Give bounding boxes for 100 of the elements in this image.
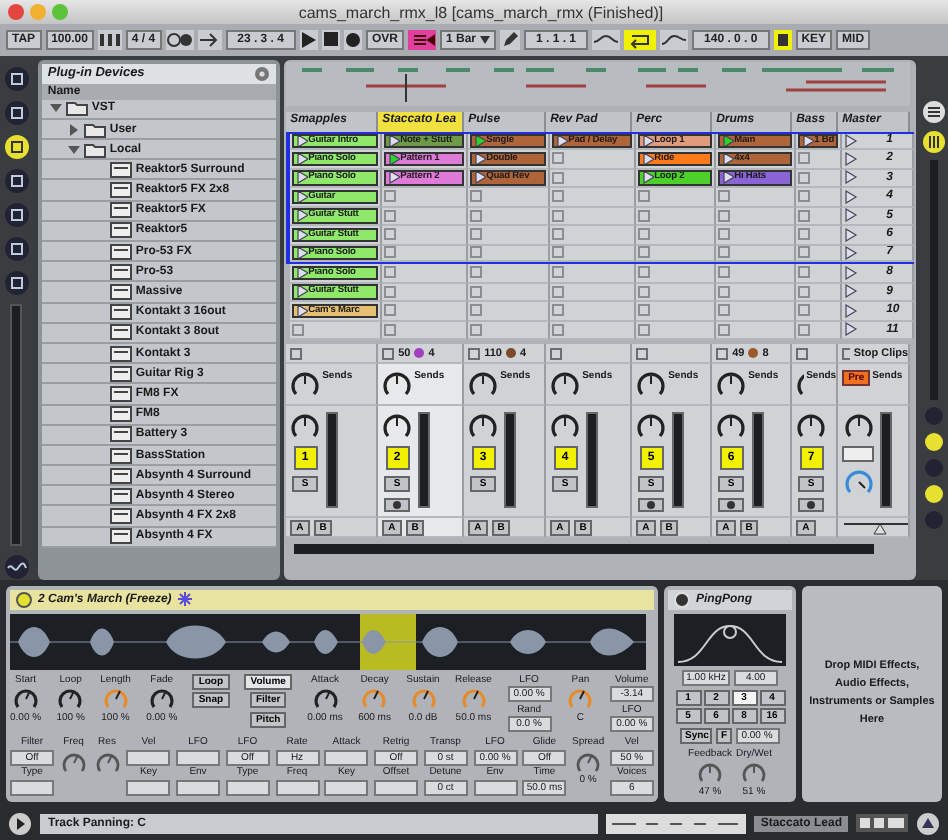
browser-icon[interactable] — [3, 65, 30, 92]
pan-knob[interactable] — [636, 412, 667, 441]
punch-out-icon[interactable] — [660, 30, 689, 51]
arm-button[interactable] — [384, 498, 411, 513]
plugin-icon — [109, 324, 132, 341]
section-toggle-icon[interactable] — [924, 457, 945, 478]
list-icon[interactable] — [922, 99, 947, 124]
value-field[interactable] — [324, 779, 369, 796]
stop-clip-icon[interactable] — [468, 347, 481, 360]
knob[interactable] — [56, 686, 85, 711]
pan-knob[interactable] — [550, 412, 581, 441]
value-field[interactable] — [176, 749, 220, 766]
value-field[interactable] — [126, 749, 171, 766]
scrollbar[interactable] — [10, 303, 23, 546]
knob[interactable] — [696, 760, 725, 785]
level-meter — [752, 412, 765, 509]
knob[interactable] — [574, 749, 603, 774]
record-icon[interactable] — [343, 30, 362, 51]
send-knob[interactable] — [468, 370, 499, 399]
knob[interactable] — [739, 760, 768, 785]
section-toggle-icon[interactable] — [924, 509, 945, 530]
plugin-icon — [109, 284, 132, 301]
arm-button[interactable] — [718, 498, 745, 513]
pencil-icon[interactable] — [500, 30, 520, 51]
plug-icon[interactable] — [3, 133, 30, 160]
browser-icon[interactable] — [3, 167, 30, 194]
knob[interactable] — [566, 686, 595, 711]
section-toggle-icon[interactable] — [924, 405, 945, 426]
browser-icon[interactable] — [3, 269, 30, 296]
plugin-icon — [109, 161, 132, 178]
play-icon[interactable] — [8, 811, 32, 836]
send-knob[interactable] — [796, 370, 805, 399]
plugin-icon — [109, 304, 132, 321]
send-knob[interactable] — [550, 370, 581, 399]
loop-icon[interactable] — [624, 30, 657, 51]
value-field[interactable] — [473, 779, 517, 796]
stop-clip-icon[interactable] — [716, 347, 729, 360]
crossfader[interactable] — [842, 519, 909, 536]
stop-clip-icon[interactable] — [382, 347, 395, 360]
stop-clip-icon[interactable] — [550, 347, 563, 360]
draw-mode-icon[interactable] — [407, 30, 436, 51]
value-field[interactable] — [324, 749, 369, 766]
punch-in-icon[interactable] — [592, 30, 621, 51]
value-field[interactable] — [374, 779, 418, 796]
square-icon[interactable] — [773, 30, 792, 51]
pan-knob[interactable] — [716, 412, 747, 441]
launch-icon[interactable] — [295, 267, 308, 279]
cue-field[interactable] — [842, 446, 875, 463]
value-field[interactable] — [176, 779, 220, 796]
section-toggle-icon[interactable] — [924, 483, 945, 504]
pan-knob[interactable] — [290, 412, 321, 441]
knob[interactable] — [459, 686, 488, 711]
expand-arrow-icon[interactable] — [49, 102, 62, 115]
close-button[interactable] — [8, 4, 24, 21]
wave-icon[interactable] — [3, 553, 30, 580]
stop-clip-icon[interactable] — [796, 347, 809, 360]
send-knob[interactable] — [716, 370, 747, 399]
expand-arrow-icon[interactable] — [67, 123, 80, 136]
expand-arrow-icon[interactable] — [67, 143, 80, 156]
browser-icon[interactable] — [3, 235, 30, 262]
knob[interactable] — [311, 686, 339, 711]
mixer-icon[interactable] — [922, 129, 947, 154]
browser-icon[interactable] — [3, 201, 30, 228]
knob[interactable] — [147, 686, 176, 711]
scrollbar[interactable] — [294, 544, 875, 555]
filter-curve-drawing — [674, 613, 786, 666]
knob[interactable] — [101, 686, 130, 711]
pan-knob[interactable] — [796, 412, 827, 441]
value-field[interactable] — [10, 779, 54, 796]
value-field[interactable] — [126, 779, 171, 796]
follow-icon[interactable] — [197, 30, 222, 51]
play-icon[interactable] — [299, 30, 318, 51]
stop-clip-icon[interactable] — [290, 347, 303, 360]
stop-icon[interactable] — [321, 30, 340, 51]
nudge-icon[interactable] — [97, 30, 122, 51]
stop-clip-icon[interactable] — [636, 347, 649, 360]
send-knob[interactable] — [290, 370, 321, 399]
browser-icon[interactable] — [3, 99, 30, 126]
knob[interactable] — [11, 686, 40, 711]
volume-knob[interactable] — [843, 412, 874, 441]
arm-button[interactable] — [798, 498, 825, 513]
section-toggle-icon[interactable] — [924, 431, 945, 452]
knob[interactable] — [409, 686, 437, 711]
value-field[interactable] — [275, 779, 319, 796]
value-field[interactable] — [225, 779, 270, 796]
knob[interactable] — [93, 749, 121, 774]
gear-icon[interactable] — [254, 65, 271, 82]
pan-knob[interactable] — [468, 412, 499, 441]
pan-knob[interactable] — [382, 412, 413, 441]
arm-button[interactable] — [638, 498, 665, 513]
knob[interactable] — [360, 686, 389, 711]
metronome-icon[interactable] — [165, 30, 194, 51]
cue-knob[interactable] — [843, 468, 874, 497]
level-meter — [586, 412, 599, 509]
power-icon[interactable] — [16, 591, 32, 608]
knob[interactable] — [59, 749, 88, 774]
send-knob[interactable] — [382, 370, 413, 399]
scrollbar[interactable] — [930, 159, 939, 400]
send-knob[interactable] — [636, 370, 667, 399]
plugin-icon — [109, 447, 132, 464]
